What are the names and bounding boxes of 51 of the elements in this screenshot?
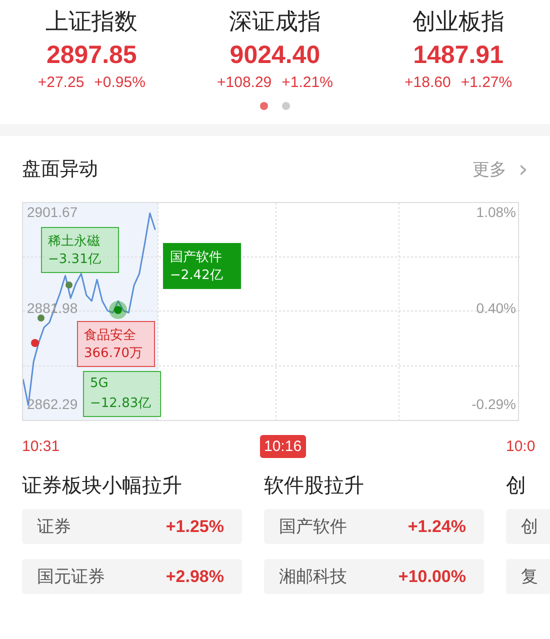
stock-row[interactable]: 复 <box>506 559 550 594</box>
index-value: 9024.40 <box>230 40 320 71</box>
stock-row[interactable]: 国产软件 +1.24% <box>264 509 484 544</box>
fund-flow-tag[interactable]: 食品安全 366.70万 <box>77 321 155 367</box>
event-title: 软件股拉升 <box>264 472 365 499</box>
axis-label: 0.40% <box>476 300 516 316</box>
stock-change: +1.24% <box>408 516 466 536</box>
index-name: 深证成指 <box>228 8 321 37</box>
event-time[interactable]: 10:0 <box>502 435 540 458</box>
index-value: 1487.91 <box>413 40 504 71</box>
axis-label: 2862.29 <box>27 396 78 412</box>
page-dot[interactable] <box>260 102 268 110</box>
event-title: 证券板块小幅拉升 <box>22 472 183 499</box>
event-time[interactable]: 10:31 <box>18 435 64 458</box>
stock-row[interactable]: 国元证券 +2.98% <box>22 559 242 594</box>
stock-name: 国元证券 <box>37 566 105 588</box>
index-change: +18.60 <box>404 73 451 93</box>
stock-row[interactable]: 湘邮科技 +10.00% <box>264 559 484 594</box>
stock-name: 创 <box>521 516 538 538</box>
index-percent: +1.27% <box>460 73 512 93</box>
section-title: 盘面异动 <box>22 157 98 182</box>
stock-name: 湘邮科技 <box>279 566 347 588</box>
index-change: +108.29 <box>217 73 272 93</box>
index-change: +27.25 <box>38 73 84 93</box>
axis-label: -0.29% <box>472 396 516 412</box>
fund-flow-tag[interactable]: 5G −12.83亿 <box>83 371 161 417</box>
stock-row[interactable]: 证券 +1.25% <box>22 509 242 544</box>
stock-change: +10.00% <box>398 566 466 586</box>
stock-name: 国产软件 <box>279 516 347 538</box>
marker-dot <box>66 282 72 288</box>
stock-change: +1.25% <box>166 516 224 536</box>
stock-change: +2.98% <box>166 566 224 586</box>
index-name: 上证指数 <box>46 8 138 37</box>
event-time[interactable]: 10:16 <box>260 435 306 458</box>
fund-flow-tag[interactable]: 稀土永磁 −3.31亿 <box>41 227 119 273</box>
index-name: 创业板指 <box>412 8 504 37</box>
more-link[interactable]: 更多 › <box>472 157 528 181</box>
event-title: 创 <box>506 472 527 499</box>
index-percent: +0.95% <box>94 73 146 93</box>
marker-dot <box>31 339 39 347</box>
fund-flow-tag[interactable]: 国产软件 −2.42亿 <box>163 243 241 289</box>
axis-label: 1.08% <box>476 204 516 220</box>
stock-name: 复 <box>521 566 538 588</box>
stock-row[interactable]: 创 <box>506 509 550 544</box>
axis-label: 2901.67 <box>27 204 78 220</box>
page-dot[interactable] <box>282 102 290 110</box>
index-percent: +1.21% <box>282 73 333 93</box>
stock-name: 证券 <box>37 516 71 538</box>
marker-dot <box>109 301 127 319</box>
index-value: 2897.85 <box>46 40 137 71</box>
marker-dot <box>38 314 44 322</box>
